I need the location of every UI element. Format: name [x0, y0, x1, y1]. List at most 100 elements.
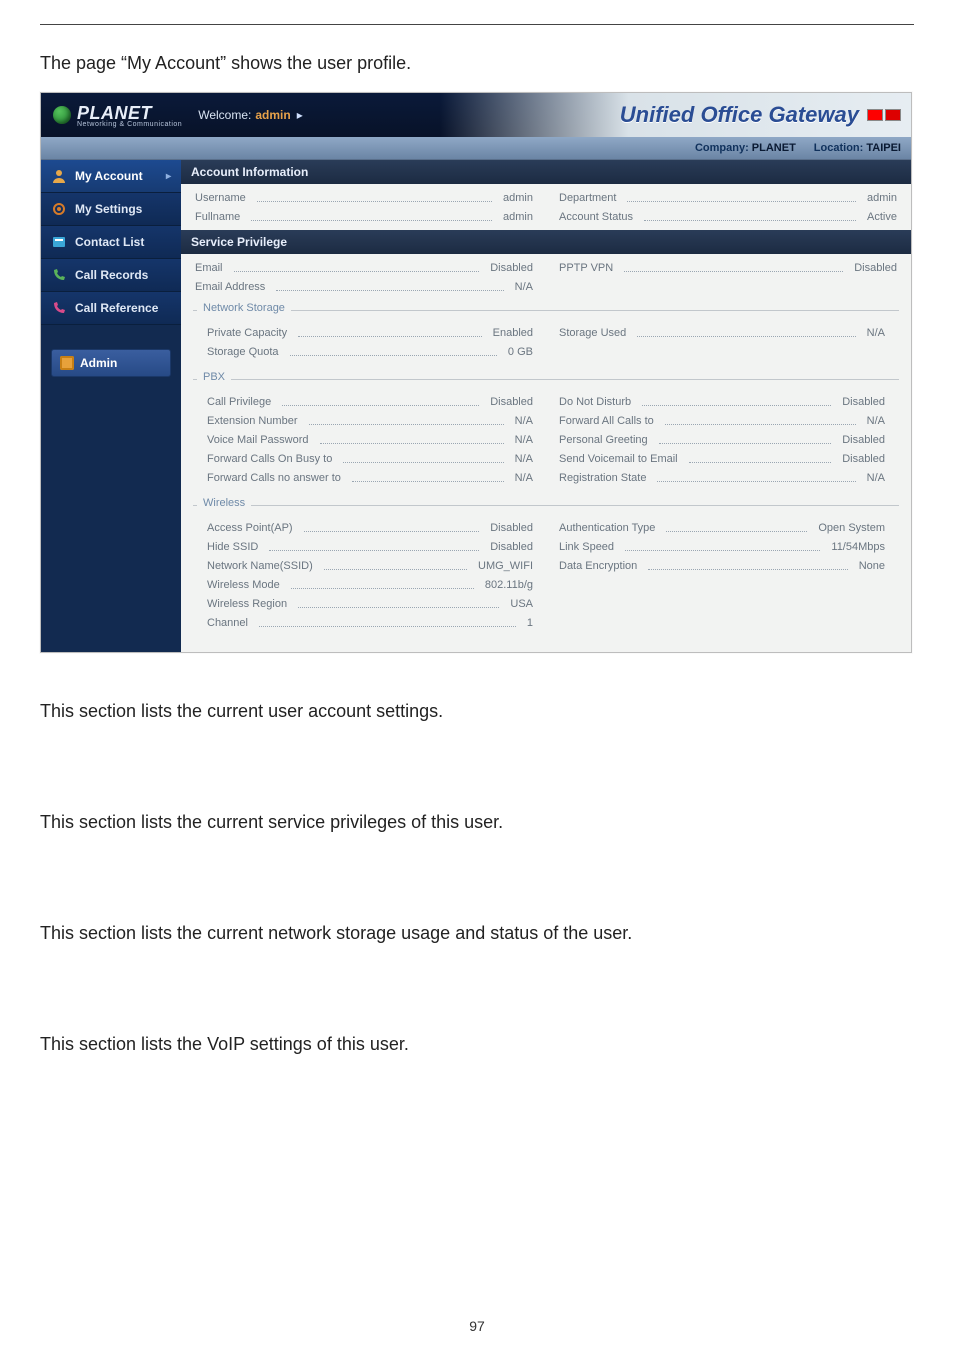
info-row: Usernameadmin [195, 188, 533, 207]
field-value: Disabled [490, 396, 533, 408]
sidebar-item-label: My Settings [75, 202, 142, 216]
contact-icon [51, 234, 67, 250]
info-row: Storage Quota0 GB [207, 342, 533, 361]
sidebar-item-label: Call Reference [75, 301, 158, 315]
location-info: Location: TAIPEI [814, 142, 901, 154]
sidebar-item-call-reference[interactable]: Call Reference [41, 292, 181, 325]
field-label: Personal Greeting [559, 434, 648, 446]
sidebar-item-contact-list[interactable]: Contact List [41, 226, 181, 259]
field-value: N/A [515, 281, 533, 293]
app-header: PLANET Networking & Communication Welcom… [41, 93, 911, 137]
info-row: Channel1 [207, 613, 533, 632]
info-row: PPTP VPN Disabled [559, 258, 897, 277]
dropdown-icon[interactable]: ▸ [297, 108, 303, 122]
field-value: Open System [818, 522, 885, 534]
field-value: Disabled [842, 396, 885, 408]
field-value: 0 GB [508, 346, 533, 358]
info-row: Account StatusActive [559, 207, 897, 226]
pbx-grid: Call PrivilegeDisabledDo Not DisturbDisa… [193, 388, 899, 491]
body-paragraph: This section lists the VoIP settings of … [40, 1034, 914, 1055]
welcome-text: Welcome: [198, 108, 251, 122]
field-label: PPTP VPN [559, 262, 613, 274]
sidebar-item-label: My Account [75, 169, 143, 183]
info-row: Forward All Calls to N/A [559, 411, 885, 430]
info-row: Departmentadmin [559, 188, 897, 207]
info-row: Data EncryptionNone [559, 556, 885, 575]
info-row: Authentication TypeOpen System [559, 518, 885, 537]
field-value: admin [503, 211, 533, 223]
app-body: My Account ▸ My Settings Contact List [41, 160, 911, 652]
sidebar-item-my-account[interactable]: My Account ▸ [41, 160, 181, 193]
info-row: Registration StateN/A [559, 468, 885, 487]
info-row: Voice Mail PasswordN/A [207, 430, 533, 449]
info-row [559, 277, 897, 296]
body-paragraph: This section lists the current service p… [40, 812, 914, 833]
field-label: Email [195, 262, 223, 274]
field-value: UMG_WIFI [478, 560, 533, 572]
field-value: N/A [867, 415, 885, 427]
info-row: Call Privilege Disabled [207, 392, 533, 411]
fieldset-wireless: Wireless Access Point(AP)DisabledAuthent… [193, 505, 899, 636]
info-row: Wireless Mode802.11b/g [207, 575, 533, 594]
sidebar-item-call-records[interactable]: Call Records [41, 259, 181, 292]
gear-icon [51, 201, 67, 217]
field-value: N/A [515, 453, 533, 465]
wireless-grid: Access Point(AP)DisabledAuthentication T… [193, 514, 899, 636]
field-value: N/A [515, 434, 533, 446]
field-label: Extension Number [207, 415, 298, 427]
field-value: Disabled [854, 262, 897, 274]
company-value: PLANET [752, 142, 796, 154]
field-label: Registration State [559, 472, 646, 484]
field-label: Data Encryption [559, 560, 637, 572]
field-label: Email Address [195, 281, 265, 293]
info-row: Wireless RegionUSA [207, 594, 533, 613]
info-row: Email Address N/A [195, 277, 533, 296]
info-row: Forward Calls On Busy to N/A [207, 449, 533, 468]
section-header-service-privilege: Service Privilege [181, 230, 911, 254]
field-label: Access Point(AP) [207, 522, 293, 534]
field-label: Forward Calls no answer to [207, 472, 341, 484]
sidebar-item-my-settings[interactable]: My Settings [41, 193, 181, 226]
brand-logo: PLANET Networking & Communication [41, 93, 194, 137]
location-label: Location: [814, 142, 864, 154]
document-page: The page “My Account” shows the user pro… [0, 0, 954, 1350]
field-label: Fullname [195, 211, 240, 223]
field-value: Disabled [842, 453, 885, 465]
content-area: Account Information Usernameadmin Departm… [181, 160, 911, 652]
field-value: Disabled [490, 262, 533, 274]
fieldset-network-storage: Network Storage Private CapacityEnabledS… [193, 310, 899, 365]
sidebar-admin-label: Admin [80, 356, 117, 370]
info-row: Extension NumberN/A [207, 411, 533, 430]
fieldset-pbx: PBX Call PrivilegeDisabledDo Not Disturb… [193, 379, 899, 491]
company-label: Company: [695, 142, 749, 154]
flag-icon[interactable] [885, 109, 901, 121]
fieldset-legend: Network Storage [197, 302, 291, 314]
field-label: Forward Calls On Busy to [207, 453, 332, 465]
field-label: Private Capacity [207, 327, 287, 339]
field-value: Enabled [493, 327, 533, 339]
fieldset-legend: PBX [197, 371, 231, 383]
field-value: N/A [867, 327, 885, 339]
field-label: Department [559, 192, 616, 204]
info-row: Storage Used N/A [559, 323, 885, 342]
language-flags[interactable] [867, 109, 901, 121]
company-info: Company: PLANET [695, 142, 796, 154]
page-number: 97 [0, 1318, 954, 1334]
sidebar-admin-button[interactable]: Admin [51, 349, 171, 377]
field-value: 11/54Mbps [831, 541, 885, 553]
field-value: 802.11b/g [485, 579, 533, 591]
location-value: TAIPEI [866, 142, 901, 154]
chevron-right-icon: ▸ [166, 171, 171, 182]
info-row: Network Name(SSID)UMG_WIFI [207, 556, 533, 575]
info-row [559, 575, 885, 594]
brand-subtitle: Networking & Communication [77, 121, 182, 128]
person-icon [51, 168, 67, 184]
admin-icon [60, 356, 74, 370]
field-label: Storage Used [559, 327, 626, 339]
flag-icon[interactable] [867, 109, 883, 121]
field-label: Call Privilege [207, 396, 271, 408]
info-row: Link Speed11/54Mbps [559, 537, 885, 556]
info-row: Email Disabled [195, 258, 533, 277]
field-label: Forward All Calls to [559, 415, 654, 427]
section-header-account-info: Account Information [181, 160, 911, 184]
